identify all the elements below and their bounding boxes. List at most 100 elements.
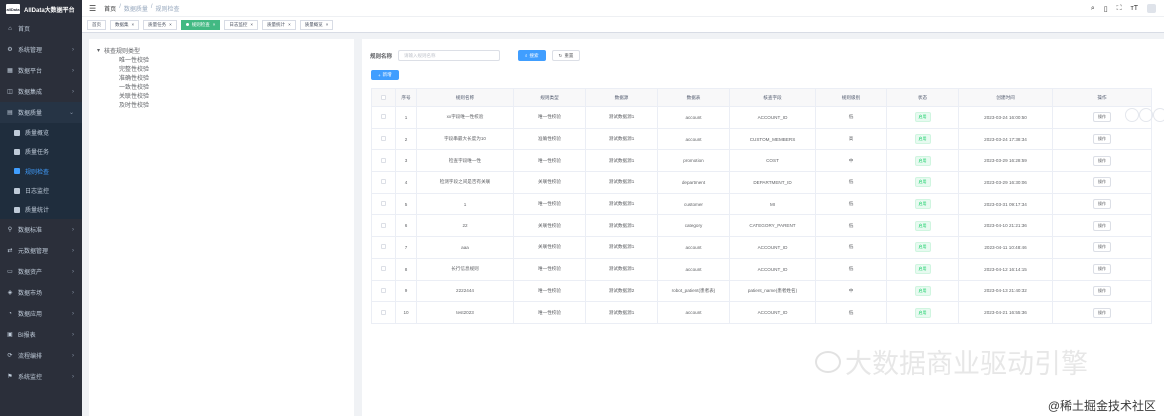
chevron-icon: › bbox=[72, 226, 74, 233]
operation-button[interactable]: 操作 bbox=[1093, 155, 1111, 166]
operation-button[interactable]: 操作 bbox=[1093, 112, 1111, 123]
search-icon[interactable]: ⌕ bbox=[1091, 5, 1095, 13]
sidebar-item[interactable]: ▦ 数据平台 › bbox=[0, 60, 82, 81]
breadcrumb-item[interactable]: 数据质量 bbox=[124, 4, 148, 13]
operation-button[interactable]: 操作 bbox=[1093, 177, 1111, 188]
hamburger-icon[interactable]: ☰ bbox=[89, 4, 96, 13]
row-checkbox[interactable] bbox=[381, 309, 386, 315]
table-cell: ACCOUNT_ID bbox=[729, 106, 816, 129]
rule-table: 序号 规则名称 规则类型 数据源 数据表 核查字段 规则级别 状态 创建时间 操作 1 xx字段唯一… bbox=[371, 88, 1152, 324]
plus-icon: + bbox=[378, 72, 381, 78]
sidebar-item[interactable]: ◈ 数据市场 › bbox=[0, 282, 82, 303]
tag-3[interactable]: 规则检查 × bbox=[180, 19, 221, 30]
sidebar-item[interactable]: ⚲ 数据标准 › bbox=[0, 219, 82, 240]
sidebar-item[interactable]: ▤ 数据质量 ⌄ bbox=[0, 102, 82, 123]
tree-node[interactable]: 准确性校验 bbox=[97, 73, 346, 82]
tag-label: 质量概览 bbox=[304, 21, 323, 27]
breadcrumb-home[interactable]: 首页 bbox=[104, 4, 116, 13]
operation-button[interactable]: 操作 bbox=[1093, 242, 1111, 253]
sidebar-subitem[interactable]: 规则检查 bbox=[0, 162, 82, 181]
sidebar-item[interactable]: ◫ 数据集成 › bbox=[0, 81, 82, 102]
tree-node[interactable]: 唯一性校验 bbox=[97, 55, 346, 64]
sidebar-item[interactable]: ⟳ 流程编排 › bbox=[0, 345, 82, 366]
sidebar-item[interactable]: ⚙ 系统管理 › bbox=[0, 39, 82, 60]
row-checkbox[interactable] bbox=[381, 244, 386, 250]
chart-icon: ▤ bbox=[7, 109, 13, 116]
operation-button[interactable]: 操作 bbox=[1093, 199, 1111, 210]
table-cell: 10 bbox=[395, 301, 417, 324]
sidebar-subitem[interactable]: 质量任务 bbox=[0, 142, 82, 161]
logo[interactable]: allData AllData大数据平台 bbox=[0, 0, 82, 18]
close-icon[interactable]: × bbox=[213, 22, 216, 27]
tag-4[interactable]: 日志监控 × bbox=[224, 19, 259, 30]
close-icon[interactable]: × bbox=[132, 22, 135, 27]
column-header[interactable] bbox=[371, 88, 396, 107]
tag-6[interactable]: 质量概览 × bbox=[299, 19, 334, 30]
close-icon[interactable]: × bbox=[288, 22, 291, 27]
sidebar-item[interactable]: ▣ BI报表 › bbox=[0, 324, 82, 345]
sidebar-subitem[interactable]: 质量概览 bbox=[0, 123, 82, 142]
row-checkbox[interactable] bbox=[381, 201, 386, 207]
tree-root-label: 核查规则类型 bbox=[104, 49, 141, 55]
tree-root[interactable]: ▾ 核查规则类型 bbox=[97, 46, 346, 55]
sidebar: allData AllData大数据平台 ⌂ 首页 ⚙ 系统管理 › ▦ 数据平台 › ◫ 数据集… bbox=[0, 0, 82, 416]
tag-2[interactable]: 质量任务 × bbox=[143, 19, 177, 30]
avatar[interactable] bbox=[1147, 4, 1156, 13]
caret-down-icon[interactable]: ▾ bbox=[97, 47, 100, 54]
table-cell: 检查字段唯一性 bbox=[416, 149, 514, 173]
row-checkbox[interactable] bbox=[381, 179, 386, 185]
tag-label: 日志监控 bbox=[229, 21, 248, 27]
table-cell: 启用 bbox=[886, 279, 959, 303]
row-checkbox[interactable] bbox=[381, 114, 386, 120]
reset-button[interactable]: ↻ 重置 bbox=[551, 50, 581, 61]
breadcrumb-separator: / bbox=[150, 3, 153, 10]
table-row: 8 长行信息规则 唯一性校验 测试数据源1 account ACCOUNT_ID 低 启用 20… bbox=[371, 257, 1152, 281]
sidebar-item[interactable]: ▭ 数据资产 › bbox=[0, 261, 82, 282]
tree-node[interactable]: 及时性校验 bbox=[97, 100, 346, 109]
table-cell: ACCOUNT_ID bbox=[729, 257, 816, 281]
status-badge: 启用 bbox=[914, 264, 931, 275]
font-size-icon[interactable]: ᴛT bbox=[1131, 5, 1138, 12]
fullscreen-icon[interactable]: ⛶ bbox=[1117, 5, 1122, 13]
row-checkbox[interactable] bbox=[381, 157, 386, 163]
status-badge: 启用 bbox=[914, 307, 931, 318]
tree-node[interactable]: 关联性校验 bbox=[97, 91, 346, 100]
flow-icon: ⇄ bbox=[7, 247, 13, 254]
search-button[interactable]: ⌕ 搜索 bbox=[518, 50, 546, 61]
table-cell: 1 bbox=[395, 106, 417, 129]
tag-5[interactable]: 质量统计 × bbox=[262, 19, 296, 30]
document-icon[interactable]: ▯ bbox=[1104, 5, 1108, 13]
operation-button[interactable]: 操作 bbox=[1093, 307, 1111, 318]
tag-1[interactable]: 数据集 × bbox=[110, 19, 140, 30]
operation-button[interactable]: 操作 bbox=[1093, 134, 1111, 145]
tree-node[interactable]: 完整性校验 bbox=[97, 64, 346, 73]
sidebar-item[interactable]: ⇄ 元数据管理 › bbox=[0, 240, 82, 261]
sidebar-item-label: 数据应用 bbox=[18, 312, 43, 319]
close-icon[interactable]: × bbox=[169, 22, 172, 27]
sidebar-item[interactable]: ⌂ 首页 bbox=[0, 18, 82, 39]
rule-name-input[interactable]: 请输入规则名称 bbox=[398, 50, 501, 61]
operation-button[interactable]: 操作 bbox=[1093, 264, 1111, 275]
row-checkbox[interactable] bbox=[381, 222, 386, 228]
sidebar-item[interactable]: ◔ 数据应用 › bbox=[0, 303, 82, 324]
sidebar-item[interactable]: ⚑ 系统监控 › bbox=[0, 366, 82, 387]
sidebar-subitem[interactable]: 日志监控 bbox=[0, 181, 82, 200]
app-root: allData AllData大数据平台 ⌂ 首页 ⚙ 系统管理 › ▦ 数据平台 › ◫ 数据集… bbox=[0, 0, 1164, 416]
status-badge: 启用 bbox=[914, 285, 931, 296]
table-cell: 中 bbox=[815, 279, 887, 303]
add-button[interactable]: + 新增 bbox=[371, 70, 399, 80]
row-checkbox[interactable] bbox=[381, 136, 386, 142]
close-icon[interactable]: × bbox=[250, 22, 253, 27]
table-cell: 准确性校验 bbox=[513, 127, 586, 151]
operation-button[interactable]: 操作 bbox=[1093, 220, 1111, 231]
close-icon[interactable]: × bbox=[326, 22, 329, 27]
operation-button[interactable]: 操作 bbox=[1093, 285, 1111, 296]
tag-0[interactable]: 首页 bbox=[87, 19, 106, 30]
select-all-checkbox[interactable] bbox=[381, 94, 386, 100]
row-checkbox[interactable] bbox=[381, 266, 386, 272]
tree-node[interactable]: 一致性校验 bbox=[97, 82, 346, 91]
table-cell: CATEGORY_PARENT bbox=[729, 214, 816, 238]
sidebar-subitem[interactable]: 质量统计 bbox=[0, 200, 82, 219]
row-checkbox[interactable] bbox=[381, 287, 386, 293]
tag-label: 数据集 bbox=[115, 21, 129, 27]
